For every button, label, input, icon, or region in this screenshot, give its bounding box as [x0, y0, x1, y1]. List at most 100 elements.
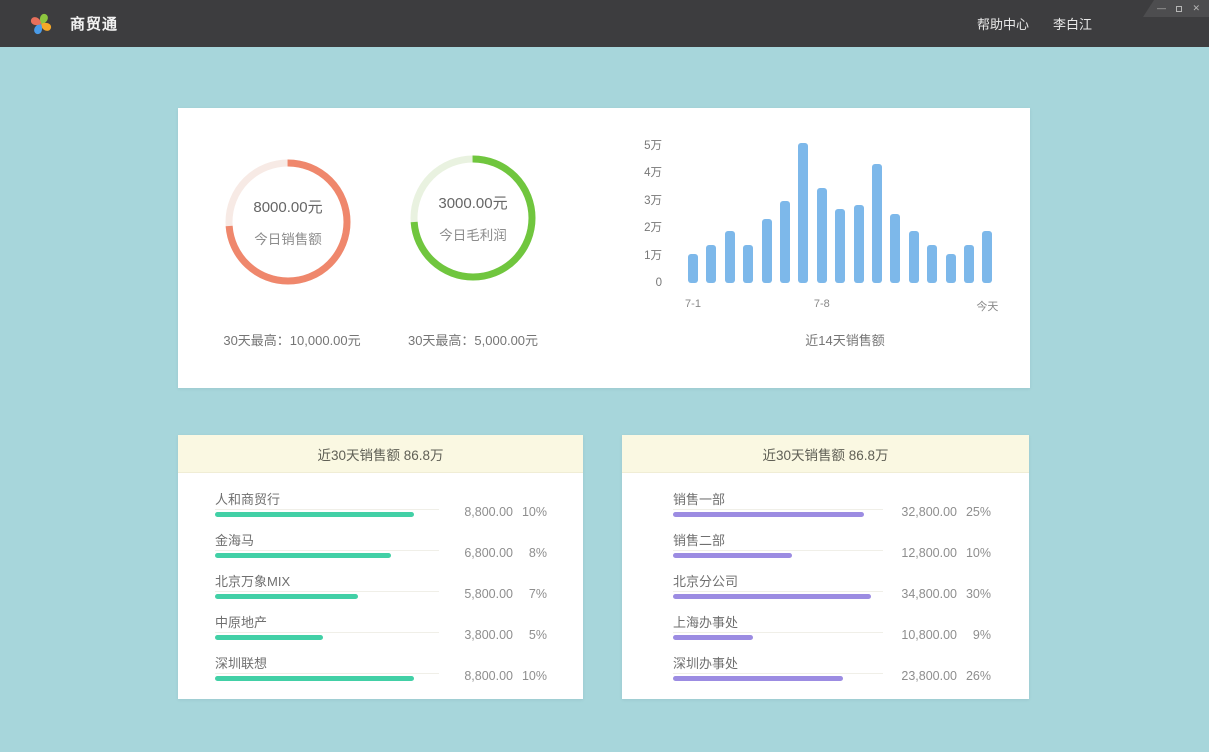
rank-row-name: 深圳联想	[215, 656, 439, 671]
rank-row-values: 10,800.00 9%	[883, 628, 991, 642]
rank-row-track	[215, 509, 439, 510]
rank-row: 销售一部 32,800.00 25%	[673, 492, 991, 517]
bar	[743, 245, 753, 283]
bar	[725, 231, 735, 283]
today-sales-value: 8000.00元	[253, 196, 322, 217]
y-axis-label: 0	[656, 276, 662, 290]
bar	[946, 254, 956, 283]
rank-row-name: 北京万象MIX	[215, 574, 439, 589]
rank-row-name: 北京分公司	[673, 574, 883, 589]
rank-row-values: 3,800.00 5%	[439, 628, 547, 642]
bar	[982, 231, 992, 283]
rank-row-percent: 9%	[957, 628, 991, 642]
rank-row-name: 人和商贸行	[215, 492, 439, 507]
bar	[835, 209, 845, 283]
rank-row: 北京分公司 34,800.00 30%	[673, 574, 991, 599]
rank-row-percent: 7%	[513, 587, 547, 601]
rank-row-percent: 10%	[957, 546, 991, 560]
rank-row-percent: 25%	[957, 505, 991, 519]
rank-row-percent: 26%	[957, 669, 991, 683]
donut-chart-today-sales: 8000.00元 今日销售额	[223, 157, 353, 287]
rank-row-track	[215, 673, 439, 674]
rank-row: 深圳办事处 23,800.00 26%	[673, 656, 991, 681]
rank-row-left: 销售一部	[673, 492, 883, 517]
rank-row-values: 6,800.00 8%	[439, 546, 547, 560]
minimize-icon[interactable]: —	[1157, 4, 1166, 13]
rank-row-amount: 32,800.00	[883, 505, 957, 519]
overview-card: 8000.00元 今日销售额 30天最高：10,000.00元 3000.00元…	[178, 108, 1030, 388]
maximize-icon[interactable]	[1176, 6, 1182, 12]
rank-row-percent: 5%	[513, 628, 547, 642]
rank-row-name: 深圳办事处	[673, 656, 883, 671]
app-title: 商贸通	[70, 13, 118, 34]
rank-row-track	[673, 632, 883, 633]
rank-row-percent: 10%	[513, 669, 547, 683]
rank-row-values: 23,800.00 26%	[883, 669, 991, 683]
x-axis-label: 今天	[976, 298, 998, 314]
user-name-menu[interactable]: 李白江	[1053, 14, 1092, 33]
bar	[854, 205, 864, 283]
rank-row-bar	[673, 594, 871, 599]
today-profit-max-caption: 30天最高：5,000.00元	[408, 330, 538, 349]
rank-row-left: 深圳办事处	[673, 656, 883, 681]
donut-chart-today-profit: 3000.00元 今日毛利润	[408, 153, 538, 283]
customers-rank-title: 近30天销售额 86.8万	[178, 435, 583, 473]
rank-row-percent: 30%	[957, 587, 991, 601]
rank-row-track	[673, 550, 883, 551]
x-axis-label: 7-1	[685, 298, 701, 310]
departments-rank-card: 近30天销售额 86.8万 销售一部 32,800.00 25% 销售二部 12…	[622, 435, 1029, 699]
rank-row-track	[215, 550, 439, 551]
rank-row-amount: 5,800.00	[439, 587, 513, 601]
rank-row-name: 中原地产	[215, 615, 439, 630]
left-panel-rows: 人和商贸行 8,800.00 10% 金海马 6,800.00 8% 北京万象M…	[178, 473, 583, 681]
rank-row-amount: 3,800.00	[439, 628, 513, 642]
rank-row-name: 销售一部	[673, 492, 883, 507]
today-sales-max-caption: 30天最高：10,000.00元	[223, 330, 360, 349]
bar	[890, 214, 900, 283]
titlebar-right: 帮助中心 李白江	[977, 0, 1092, 47]
bar	[780, 201, 790, 283]
bar	[817, 188, 827, 283]
rank-row: 中原地产 3,800.00 5%	[215, 615, 547, 640]
bar	[872, 164, 882, 283]
bar	[909, 231, 919, 283]
rank-row-bar	[215, 676, 414, 681]
rank-row-left: 北京分公司	[673, 574, 883, 599]
rank-row-track	[215, 632, 439, 633]
rank-row-bar	[673, 635, 753, 640]
titlebar: 商贸通 帮助中心 李白江 — ✕	[0, 0, 1209, 47]
rank-row-track	[673, 673, 883, 674]
rank-row-bar	[673, 512, 864, 517]
bar	[964, 245, 974, 283]
window-controls: — ✕	[1143, 0, 1209, 17]
bar	[762, 219, 772, 283]
right-panel-rows: 销售一部 32,800.00 25% 销售二部 12,800.00 10% 北京…	[622, 473, 1029, 681]
bar	[798, 143, 808, 283]
rank-row-bar	[215, 635, 323, 640]
bar-chart-caption: 近14天销售额	[805, 330, 884, 349]
rank-row-values: 5,800.00 7%	[439, 587, 547, 601]
rank-row: 金海马 6,800.00 8%	[215, 533, 547, 558]
rank-row-name: 上海办事处	[673, 615, 883, 630]
rank-row: 深圳联想 8,800.00 10%	[215, 656, 547, 681]
help-center-link[interactable]: 帮助中心	[977, 14, 1029, 33]
rank-row-amount: 10,800.00	[883, 628, 957, 642]
close-icon[interactable]: ✕	[1192, 4, 1200, 13]
bar	[688, 254, 698, 283]
pinwheel-logo-icon	[28, 11, 54, 37]
y-axis-label: 3万	[644, 194, 662, 208]
rank-row: 北京万象MIX 5,800.00 7%	[215, 574, 547, 599]
rank-row-amount: 12,800.00	[883, 546, 957, 560]
customers-rank-card: 近30天销售额 86.8万 人和商贸行 8,800.00 10% 金海马 6,8…	[178, 435, 583, 699]
rank-row: 人和商贸行 8,800.00 10%	[215, 492, 547, 517]
rank-row-left: 销售二部	[673, 533, 883, 558]
y-axis-label: 1万	[644, 249, 662, 263]
rank-row: 销售二部 12,800.00 10%	[673, 533, 991, 558]
today-profit-value: 3000.00元	[438, 192, 507, 213]
rank-row-left: 金海马	[215, 533, 439, 558]
rank-row-values: 12,800.00 10%	[883, 546, 991, 560]
rank-row-percent: 10%	[513, 505, 547, 519]
rank-row: 上海办事处 10,800.00 9%	[673, 615, 991, 640]
rank-row-bar	[215, 512, 414, 517]
rank-row-values: 8,800.00 10%	[439, 669, 547, 683]
